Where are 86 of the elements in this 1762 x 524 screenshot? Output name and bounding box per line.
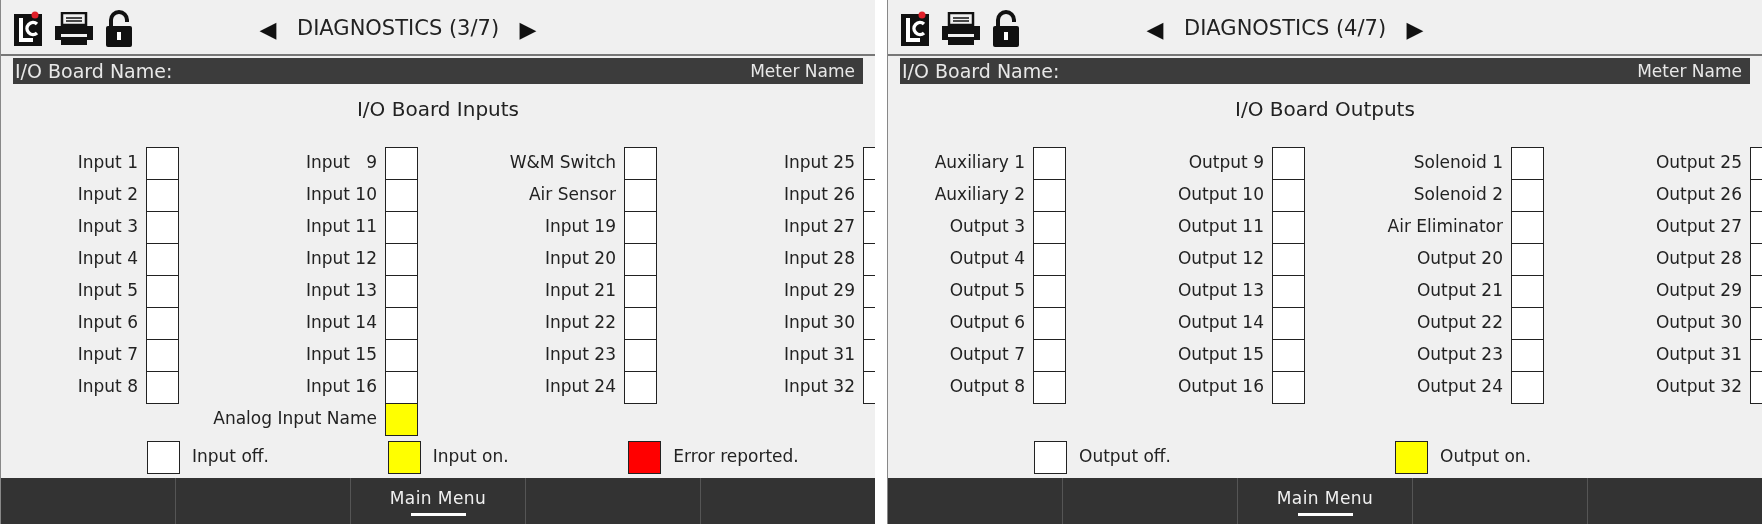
io-label: Output 10 — [1177, 183, 1264, 207]
io-label: Input 16 — [305, 375, 377, 399]
io-label: Output 23 — [1416, 343, 1503, 367]
screen-title: DIAGNOSTICS (3/7) — [297, 15, 500, 43]
legend-label: Output on. — [1440, 445, 1532, 469]
legend-label: Input off. — [192, 445, 269, 469]
io-label: Input 25 — [783, 151, 855, 175]
board-name-label: I/O Board Name: — [15, 61, 173, 81]
io-label: Output 27 — [1655, 215, 1742, 239]
board-name-label: I/O Board Name: — [902, 61, 1060, 81]
io-label: Output 28 — [1655, 247, 1742, 271]
io-label: Output 30 — [1655, 311, 1742, 335]
io-label: Input 6 — [77, 311, 138, 335]
main-menu-button[interactable]: Main Menu — [1237, 478, 1412, 524]
io-label: Input 20 — [544, 247, 616, 271]
io-label: Auxiliary 2 — [934, 183, 1025, 207]
io-label: Input 14 — [305, 311, 377, 335]
io-label: Input 2 — [77, 183, 138, 207]
legend-label: Error reported. — [673, 445, 799, 469]
io-label: Input 10 — [305, 183, 377, 207]
logo-icon — [900, 11, 930, 47]
io-label: Output 11 — [1177, 215, 1264, 239]
io-label: Auxiliary 1 — [934, 151, 1025, 175]
printer-icon[interactable] — [940, 12, 982, 46]
io-label: Output 14 — [1177, 311, 1264, 335]
io-label: W&M Switch — [509, 151, 616, 175]
logo-icon — [13, 11, 43, 47]
io-label: Output 16 — [1177, 375, 1264, 399]
io-label: Input 32 — [783, 375, 855, 399]
io-label: Input 5 — [77, 279, 138, 303]
io-label: Input 15 — [305, 343, 377, 367]
unlocked-padlock-icon[interactable] — [105, 10, 133, 48]
unlocked-padlock-icon[interactable] — [992, 10, 1020, 48]
io-label: Output 13 — [1177, 279, 1264, 303]
io-label: Output 7 — [949, 343, 1025, 367]
io-label: Input 3 — [77, 215, 138, 239]
io-label: Solenoid 1 — [1413, 151, 1503, 175]
io-label: Air Eliminator — [1387, 215, 1503, 239]
io-label: Output 22 — [1416, 311, 1503, 335]
io-label: Output 4 — [949, 247, 1025, 271]
io-label: Output 5 — [949, 279, 1025, 303]
io-label: Input 24 — [544, 375, 616, 399]
io-label: Input 22 — [544, 311, 616, 335]
io-label: Output 9 — [1188, 151, 1264, 175]
io-label: Output 24 — [1416, 375, 1503, 399]
section-title: I/O Board Outputs — [1235, 96, 1415, 123]
meter-name: Meter Name — [1637, 62, 1743, 80]
io-label: Input 4 — [77, 247, 138, 271]
io-label: Input 27 — [783, 215, 855, 239]
io-label: Output 6 — [949, 311, 1025, 335]
io-label: Output 12 — [1177, 247, 1264, 271]
legend-label: Output off. — [1079, 445, 1171, 469]
meter-name: Meter Name — [750, 62, 856, 80]
section-title: I/O Board Inputs — [356, 96, 520, 123]
io-label: Output 21 — [1416, 279, 1503, 303]
io-label: Input 23 — [544, 343, 616, 367]
io-label: Input 29 — [783, 279, 855, 303]
io-label: Input 26 — [783, 183, 855, 207]
io-label: Output 25 — [1655, 151, 1742, 175]
io-label: Input 28 — [783, 247, 855, 271]
io-label: Output 20 — [1416, 247, 1503, 271]
io-label: Input 13 — [305, 279, 377, 303]
io-label: Input 30 — [783, 311, 855, 335]
io-label: Output 3 — [949, 215, 1025, 239]
io-label: Input 9 — [305, 151, 377, 175]
io-label: Input 21 — [544, 279, 616, 303]
io-label: Output 8 — [949, 375, 1025, 399]
io-label: Input 31 — [783, 343, 855, 367]
io-label: Output 32 — [1655, 375, 1742, 399]
io-label: Output 26 — [1655, 183, 1742, 207]
io-label: Input 7 — [77, 343, 138, 367]
io-label: Analog Input Name — [213, 407, 377, 431]
screen-title: DIAGNOSTICS (4/7) — [1184, 15, 1387, 43]
io-label: Output 29 — [1655, 279, 1742, 303]
io-label: Output 31 — [1655, 343, 1742, 367]
io-label: Input 12 — [305, 247, 377, 271]
main-menu-button[interactable]: Main Menu — [350, 478, 525, 524]
io-label: Input 8 — [77, 375, 138, 399]
io-label: Input 11 — [305, 215, 377, 239]
io-label: Air Sensor — [528, 183, 616, 207]
io-label: Solenoid 2 — [1413, 183, 1503, 207]
legend-label: Input on. — [432, 445, 509, 469]
printer-icon[interactable] — [53, 12, 95, 46]
io-label: Output 15 — [1177, 343, 1264, 367]
io-label: Input 1 — [77, 151, 138, 175]
io-label: Input 19 — [544, 215, 616, 239]
